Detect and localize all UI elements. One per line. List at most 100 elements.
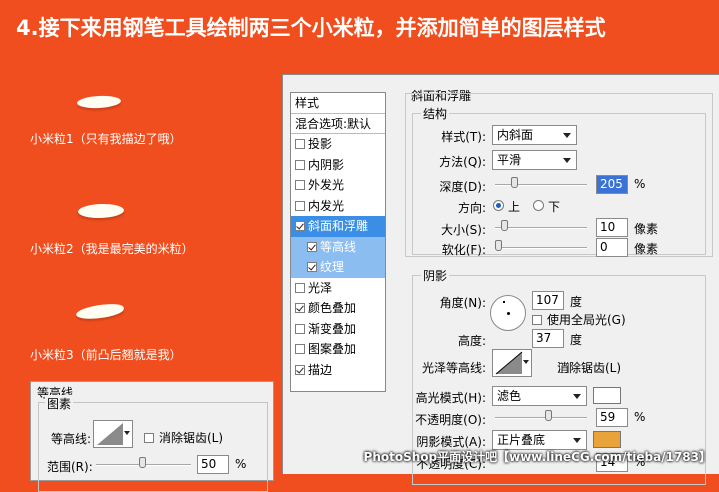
contour-label: 等高线: xyxy=(51,432,92,446)
direction-up-radio[interactable] xyxy=(493,200,504,211)
style-item[interactable]: 光泽 xyxy=(291,278,385,299)
soften-slider-thumb[interactable] xyxy=(495,240,502,251)
style-item[interactable]: 描边 xyxy=(291,360,385,381)
dial-angle-dot xyxy=(503,301,505,303)
style-item[interactable]: 内阴影 xyxy=(291,155,385,176)
style-item-label: 外发光 xyxy=(308,178,345,192)
style-item[interactable]: 投影 xyxy=(291,134,385,155)
size-unit: 像素 xyxy=(634,222,659,236)
chevron-down-icon xyxy=(563,158,571,163)
style-item-checkbox[interactable] xyxy=(295,344,305,354)
size-slider-track[interactable] xyxy=(495,227,587,229)
contour-picker[interactable] xyxy=(93,420,133,448)
style-item-checkbox[interactable] xyxy=(295,282,305,293)
depth-input[interactable]: 205 xyxy=(596,175,628,194)
shadow-mode-select[interactable]: 正片叠底 xyxy=(492,430,587,450)
style-item-label: 斜面和浮雕 xyxy=(308,219,369,233)
contour-curve-icon xyxy=(97,423,123,445)
highlight-opacity-track[interactable] xyxy=(495,417,587,419)
style-item-label: 内阴影 xyxy=(308,157,345,172)
technique-label: 方法(Q): xyxy=(439,155,486,169)
grain-caption-1: 小米粒1（只有我描边了哦） xyxy=(30,132,182,146)
style-item[interactable]: 纹理 xyxy=(291,257,385,278)
highlight-color-swatch[interactable] xyxy=(593,387,621,404)
global-light-checkbox[interactable] xyxy=(532,315,542,325)
style-item[interactable]: 内发光 xyxy=(291,196,385,217)
style-item-checkbox[interactable] xyxy=(295,180,305,190)
direction-down-radio[interactable] xyxy=(533,200,544,211)
style-item-checkbox[interactable] xyxy=(295,323,305,334)
grain-caption-3: 小米粒3（前凸后翘就是我） xyxy=(30,348,182,362)
style-item-label: 纹理 xyxy=(320,260,345,274)
global-light-label: 使用全局光(G) xyxy=(547,313,626,327)
blending-options-item[interactable]: 混合选项:默认 xyxy=(291,114,385,134)
highlight-mode-value: 滤色 xyxy=(497,389,522,403)
style-select[interactable]: 内斜面 xyxy=(492,125,577,145)
depth-slider-track[interactable] xyxy=(495,184,587,186)
style-item-checkbox[interactable] xyxy=(295,221,305,231)
style-item-checkbox[interactable] xyxy=(295,364,305,375)
angle-input[interactable]: 107 xyxy=(532,291,564,310)
chevron-down-icon xyxy=(124,431,130,435)
style-item-label: 光泽 xyxy=(308,280,333,295)
grain-caption-2: 小米粒2（我是最完美的米粒） xyxy=(30,242,194,256)
highlight-opacity-label: 不透明度(O): xyxy=(415,413,486,427)
technique-select-value: 平滑 xyxy=(497,153,522,167)
rice-grain-3 xyxy=(75,302,125,321)
altitude-unit: 度 xyxy=(570,333,583,347)
structure-title: 结构 xyxy=(421,105,450,122)
style-item-label: 等高线 xyxy=(320,239,357,254)
style-item[interactable]: 斜面和浮雕 xyxy=(291,216,385,237)
styles-header[interactable]: 样式 xyxy=(291,93,385,114)
highlight-opacity-input[interactable]: 59 xyxy=(596,408,628,427)
depth-slider-thumb[interactable] xyxy=(511,177,518,188)
antialias-checkbox-left[interactable] xyxy=(144,433,154,443)
direction-up-label: 上 xyxy=(508,200,521,214)
style-item-checkbox[interactable] xyxy=(295,200,305,211)
style-item-checkbox[interactable] xyxy=(295,139,305,149)
style-item-label: 投影 xyxy=(308,137,333,151)
chevron-down-icon xyxy=(563,133,571,138)
style-item[interactable]: 渐变叠加 xyxy=(291,319,385,340)
style-item-label: 颜色叠加 xyxy=(308,301,357,315)
style-item-checkbox[interactable] xyxy=(307,241,317,252)
style-item-label: 内发光 xyxy=(308,198,345,213)
shadow-color-swatch[interactable] xyxy=(593,431,621,448)
style-item[interactable]: 等高线 xyxy=(291,236,385,257)
style-item-checkbox[interactable] xyxy=(295,303,305,313)
style-item[interactable]: 图案叠加 xyxy=(291,339,385,360)
range-label: 范围(R): xyxy=(47,460,93,474)
style-item-checkbox[interactable] xyxy=(295,159,305,170)
chevron-down-icon xyxy=(573,438,581,443)
size-input[interactable]: 10 xyxy=(596,218,628,237)
range-slider-thumb[interactable] xyxy=(139,457,146,468)
size-label: 大小(S): xyxy=(440,223,486,237)
antialias-label-left: 消除锯齿(L) xyxy=(159,431,224,445)
soften-input[interactable]: 0 xyxy=(596,238,628,257)
angle-dial[interactable] xyxy=(490,295,526,331)
style-item[interactable]: 颜色叠加 xyxy=(291,298,385,319)
style-item[interactable]: 外发光 xyxy=(291,175,385,196)
highlight-mode-select[interactable]: 滤色 xyxy=(492,386,587,406)
angle-label: 角度(N): xyxy=(439,296,486,310)
technique-select[interactable]: 平滑 xyxy=(492,150,577,170)
range-input[interactable]: 50 xyxy=(197,455,229,474)
altitude-label: 高度: xyxy=(457,334,486,348)
elements-group xyxy=(38,402,268,492)
size-slider-thumb[interactable] xyxy=(501,220,508,231)
shadow-mode-value: 正片叠底 xyxy=(497,433,546,447)
highlight-opacity-unit: % xyxy=(634,410,646,424)
style-select-value: 内斜面 xyxy=(497,128,534,142)
highlight-opacity-thumb[interactable] xyxy=(545,410,552,421)
style-label: 样式(T): xyxy=(441,130,486,144)
altitude-input[interactable]: 37 xyxy=(532,329,564,348)
style-item-checkbox[interactable] xyxy=(307,262,317,272)
watermark-text: PhotoShop平面设计吧【www.lineCG.com/tieba/1783… xyxy=(363,450,711,464)
gloss-contour-picker[interactable] xyxy=(492,349,532,377)
soften-label: 软化(F): xyxy=(441,243,486,257)
highlight-mode-label: 高光模式(H): xyxy=(415,391,486,405)
soften-slider-track[interactable] xyxy=(495,247,587,249)
style-item-label: 图案叠加 xyxy=(308,342,357,356)
rice-grain-2 xyxy=(77,203,125,219)
style-item-label: 渐变叠加 xyxy=(308,321,357,336)
